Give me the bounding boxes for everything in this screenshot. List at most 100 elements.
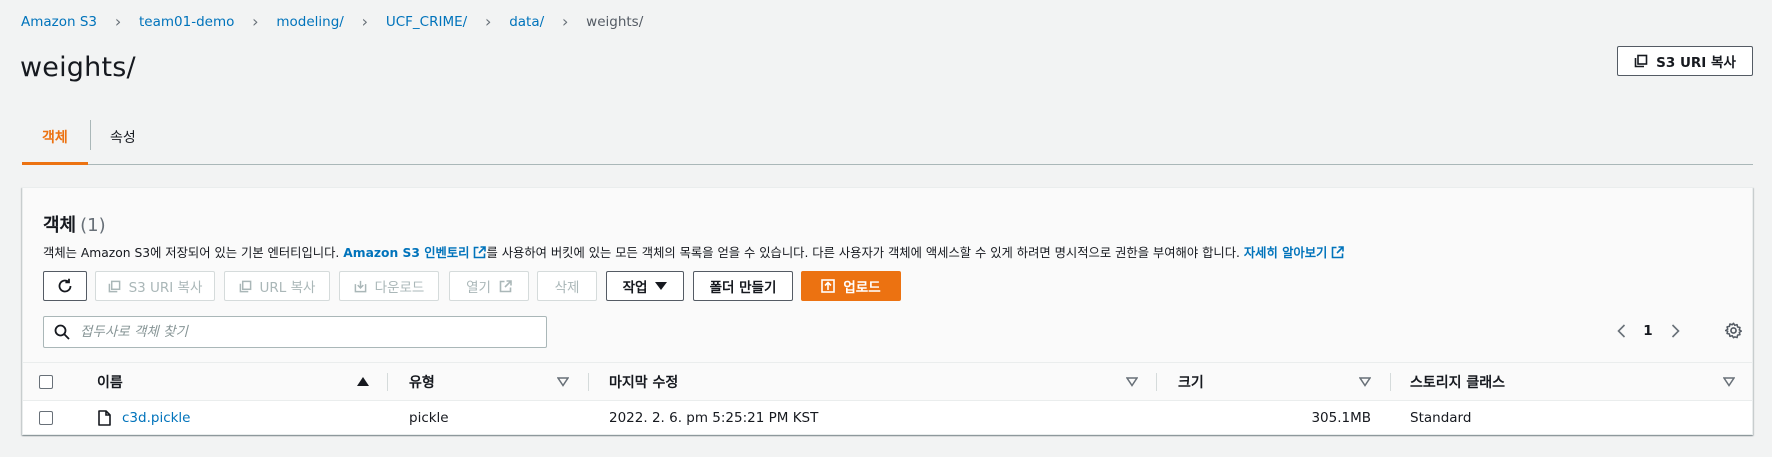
column-divider <box>1156 373 1157 391</box>
breadcrumb-data[interactable]: data/ <box>509 14 544 30</box>
table-row: c3d.pickle pickle 2022. 2. 6. pm 5:25:21… <box>23 402 1752 434</box>
learn-more-link[interactable]: 자세히 알아보기 <box>1243 246 1345 260</box>
sort-caret-down-icon[interactable] <box>557 377 569 387</box>
object-last-modified: 2022. 2. 6. pm 5:25:21 PM KST <box>609 410 819 426</box>
upload-button[interactable]: 업로드 <box>801 271 901 301</box>
caret-down-icon <box>655 281 668 290</box>
breadcrumb: Amazon S3 › team01-demo › modeling/ › UC… <box>21 12 643 31</box>
external-link-icon <box>499 279 512 292</box>
copy-url-button[interactable]: URL 복사 <box>224 271 330 301</box>
column-header-name[interactable]: 이름 <box>97 363 123 401</box>
object-storage-class: Standard <box>1410 410 1472 426</box>
chevron-right-icon: › <box>361 12 369 31</box>
breadcrumb-modeling[interactable]: modeling/ <box>276 14 343 30</box>
sort-ascending-icon[interactable] <box>357 377 369 387</box>
tab-properties[interactable]: 속성 <box>110 120 136 164</box>
previous-page-button[interactable] <box>1608 316 1634 346</box>
chevron-right-icon: › <box>114 12 122 31</box>
object-search-box <box>43 316 547 348</box>
objects-description: 객체는 Amazon S3에 저장되어 있는 기본 엔터티입니다. Amazon… <box>43 243 1345 261</box>
pagination: 1 <box>1608 314 1688 348</box>
open-button[interactable]: 열기 <box>449 271 529 301</box>
objects-desc-text-1: 객체는 Amazon S3에 저장되어 있는 기본 엔터티입니다. <box>43 246 344 260</box>
delete-button[interactable]: 삭제 <box>537 271 597 301</box>
copy-icon <box>108 280 120 292</box>
upload-label: 업로드 <box>843 280 881 296</box>
s3-console-page: Amazon S3 › team01-demo › modeling/ › UC… <box>0 0 1772 457</box>
column-name-label: 이름 <box>97 375 123 391</box>
actions-menu-label: 작업 <box>622 280 648 296</box>
sort-caret-down-icon[interactable] <box>1359 377 1371 387</box>
current-page-number[interactable]: 1 <box>1634 323 1662 339</box>
objects-panel: 객체 (1) 객체는 Amazon S3에 저장되어 있는 기본 엔터티입니다. … <box>22 187 1753 435</box>
breadcrumb-bucket[interactable]: team01-demo <box>139 14 234 30</box>
column-divider <box>588 373 589 391</box>
column-last-modified-label: 마지막 수정 <box>609 375 679 391</box>
column-storage-class-label: 스토리지 클래스 <box>1410 375 1506 391</box>
chevron-right-icon: › <box>252 12 259 31</box>
chevron-left-icon <box>1616 324 1625 338</box>
column-type-label: 유형 <box>409 375 435 391</box>
copy-icon <box>1634 54 1648 68</box>
objects-count: (1) <box>80 215 106 236</box>
object-search-input[interactable] <box>80 324 520 340</box>
external-link-icon <box>1332 246 1345 259</box>
select-all-checkbox[interactable] <box>39 375 53 389</box>
copy-s3-uri-header-label: S3 URI 복사 <box>1656 55 1736 71</box>
file-icon <box>98 410 111 426</box>
column-header-type[interactable]: 유형 <box>409 363 435 401</box>
tab-properties-label: 속성 <box>110 130 136 146</box>
column-size-label: 크기 <box>1178 375 1204 391</box>
external-link-icon <box>474 246 487 259</box>
learn-more-label: 자세히 알아보기 <box>1243 246 1328 260</box>
refresh-button[interactable] <box>43 271 87 301</box>
row-select-checkbox[interactable] <box>39 411 53 425</box>
breadcrumb-amazon-s3[interactable]: Amazon S3 <box>21 14 97 30</box>
delete-label: 삭제 <box>554 280 580 296</box>
next-page-button[interactable] <box>1662 316 1688 346</box>
gear-icon <box>1724 322 1742 338</box>
object-type: pickle <box>409 410 449 426</box>
sort-caret-down-icon[interactable] <box>1126 377 1138 387</box>
download-label: 다운로드 <box>374 280 425 296</box>
create-folder-label: 폴더 만들기 <box>709 280 777 296</box>
table-preferences-button[interactable] <box>1718 315 1748 345</box>
page-title: weights/ <box>20 52 136 83</box>
sort-caret-down-icon[interactable] <box>1723 377 1735 387</box>
object-name: c3d.pickle <box>122 410 191 426</box>
chevron-right-icon: › <box>484 12 492 31</box>
column-divider <box>387 373 388 391</box>
column-divider <box>1390 373 1391 391</box>
breadcrumb-current: weights/ <box>586 13 644 30</box>
inventory-link-label: Amazon S3 인벤토리 <box>343 246 470 260</box>
copy-s3-uri-button[interactable]: S3 URI 복사 <box>95 271 215 301</box>
create-folder-button[interactable]: 폴더 만들기 <box>693 271 793 301</box>
breadcrumb-ucf-crime[interactable]: UCF_CRIME/ <box>386 14 467 30</box>
copy-s3-uri-label: S3 URI 복사 <box>128 280 203 296</box>
download-icon <box>354 280 367 292</box>
inventory-link[interactable]: Amazon S3 인벤토리 <box>343 246 487 260</box>
objects-title: 객체 (1) <box>43 211 106 237</box>
tab-bar: 객체 속성 <box>22 120 1753 165</box>
actions-menu-button[interactable]: 작업 <box>606 271 684 301</box>
search-icon <box>54 324 70 340</box>
tab-divider <box>90 120 91 150</box>
object-size: 305.1MB <box>1311 410 1371 426</box>
chevron-right-icon <box>1671 324 1680 338</box>
column-header-last-modified[interactable]: 마지막 수정 <box>609 363 678 401</box>
column-header-storage-class[interactable]: 스토리지 클래스 <box>1410 363 1505 401</box>
chevron-right-icon: › <box>561 12 569 31</box>
open-label: 열기 <box>466 280 491 296</box>
objects-panel-header: 객체 (1) 객체는 Amazon S3에 저장되어 있는 기본 엔터티입니다. … <box>23 188 1752 363</box>
copy-s3-uri-header-button[interactable]: S3 URI 복사 <box>1617 46 1753 76</box>
tab-objects[interactable]: 객체 <box>22 120 88 165</box>
download-button[interactable]: 다운로드 <box>339 271 439 301</box>
copy-url-label: URL 복사 <box>259 280 316 296</box>
column-header-size[interactable]: 크기 <box>1178 363 1204 401</box>
objects-title-text: 객체 <box>43 215 77 236</box>
refresh-icon <box>58 278 72 293</box>
object-name-link[interactable]: c3d.pickle <box>122 402 191 434</box>
tab-objects-label: 객체 <box>42 130 68 146</box>
objects-table-header: 이름 유형 마지막 수정 크기 스토리지 클래스 <box>23 363 1752 401</box>
copy-icon <box>239 280 251 292</box>
